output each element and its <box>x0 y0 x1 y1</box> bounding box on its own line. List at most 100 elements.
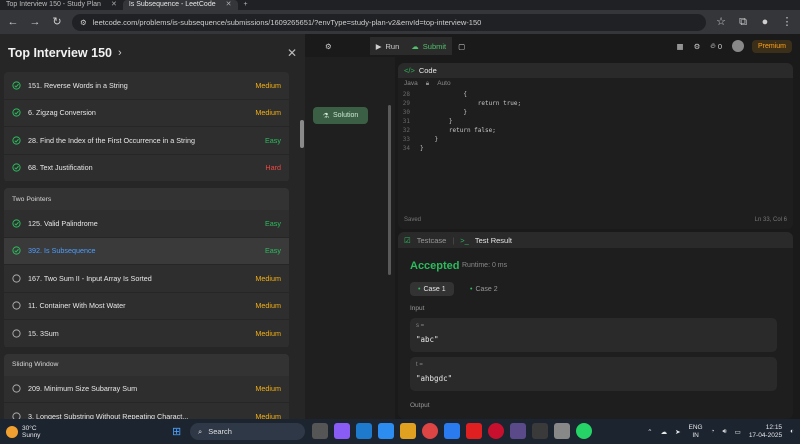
app-icon[interactable] <box>444 423 460 439</box>
problem-group: 209. Minimum Size Subarray Sum Medium 3. L… <box>4 375 289 419</box>
code-icon: </> <box>404 66 415 75</box>
close-tab-icon[interactable]: ✕ <box>111 0 117 10</box>
language-indicator[interactable]: ENG IN <box>689 424 703 440</box>
tab-testcase[interactable]: Testcase <box>417 236 447 245</box>
study-plan-panel: Top Interview 150 › ✕ 151. Reverse Words… <box>0 34 305 419</box>
input-t-box: t = "ahbgdc" <box>410 357 777 391</box>
extensions-icon[interactable]: ⧉ <box>736 15 750 29</box>
difficulty-badge: Medium <box>255 108 281 118</box>
url-input[interactable]: ⚙ leetcode.com/problems/is-subsequence/s… <box>72 13 706 31</box>
line-number: 32 <box>402 127 410 134</box>
panel-title[interactable]: Top Interview 150 <box>8 46 112 60</box>
copilot-icon[interactable] <box>334 423 350 439</box>
language-select[interactable]: Java <box>404 80 418 87</box>
youtube-icon[interactable] <box>466 423 482 439</box>
profile-avatar[interactable]: ● <box>758 15 772 29</box>
battery-icon[interactable]: ▭ <box>735 428 741 436</box>
problem-row[interactable]: 125. Valid Palindrome Easy <box>4 210 289 238</box>
calculator-icon[interactable] <box>532 423 548 439</box>
problem-row[interactable]: 167. Two Sum II - Input Array Is Sorted M… <box>4 265 289 293</box>
system-tray: ⌃ ☁ ➤ ENG IN ◔ 🔊︎ ▭ 12:15 17-04-2025 ◐ <box>647 419 794 444</box>
whatsapp-icon[interactable] <box>576 423 592 439</box>
code-line[interactable]: 29 return true; <box>398 100 793 109</box>
scrollbar[interactable] <box>388 105 391 275</box>
cloud-icon[interactable]: ☁ <box>661 428 668 436</box>
save-status: Saved <box>404 217 422 223</box>
check-circle-icon <box>12 108 21 117</box>
chevron-right-icon[interactable]: › <box>118 47 122 59</box>
problem-row[interactable]: 209. Minimum Size Subarray Sum Medium <box>4 376 289 403</box>
code-text: } <box>420 136 439 143</box>
task-view-icon[interactable] <box>312 423 328 439</box>
problem-row[interactable]: 28. Find the Index of the First Occurren… <box>4 127 289 155</box>
code-line[interactable]: 34} <box>398 145 793 154</box>
t-label: t = <box>416 362 423 368</box>
pinterest-icon[interactable] <box>488 423 504 439</box>
taskbar: 30°C Sunny ⊞ ⌕ Search ⌃ ☁ ➤ ENG IN ◔ 🔊︎ … <box>0 419 800 444</box>
tab-code[interactable]: Code <box>419 66 437 75</box>
circle-icon <box>12 329 21 338</box>
file-explorer-icon[interactable] <box>400 423 416 439</box>
clock[interactable]: 12:15 17-04-2025 <box>749 424 782 440</box>
bookmark-star-icon[interactable]: ☆ <box>714 15 728 29</box>
auto-mode[interactable]: Auto <box>437 80 450 87</box>
layout-icon[interactable]: ▦ <box>676 42 683 51</box>
wifi-icon[interactable]: ◔ <box>711 428 715 435</box>
site-info-icon[interactable]: ⚙ <box>80 18 87 27</box>
code-line[interactable]: 30 } <box>398 109 793 118</box>
debug-icon[interactable]: ⚙ <box>325 42 332 51</box>
vscode-icon[interactable] <box>356 423 372 439</box>
close-icon[interactable]: ✕ <box>287 46 297 60</box>
section-header: Two Pointers <box>4 188 289 210</box>
submit-button[interactable]: ☁ Submit <box>405 37 453 55</box>
problem-row[interactable]: 11. Container With Most Water Medium <box>4 293 289 320</box>
taskbar-search[interactable]: ⌕ Search <box>190 423 305 440</box>
chevron-up-icon[interactable]: ⌃ <box>647 428 652 436</box>
app-icon[interactable] <box>510 423 526 439</box>
notification-icon[interactable]: ◐ <box>790 428 794 435</box>
close-tab-icon[interactable]: ✕ <box>226 0 232 10</box>
code-editor[interactable]: 28 {29 return true; 30 } 31 } 32 return fal… <box>398 89 793 154</box>
weather-widget[interactable]: 30°C Sunny <box>0 425 150 439</box>
new-tab-button[interactable]: + <box>238 0 254 10</box>
solution-button[interactable]: ⚗ Solution <box>313 107 368 124</box>
problem-row[interactable]: 15. 3Sum Medium <box>4 320 289 348</box>
run-button[interactable]: ▶ Run <box>369 37 406 55</box>
settings-icon[interactable]: ⚙ <box>694 42 701 51</box>
premium-button[interactable]: Premium <box>751 39 792 53</box>
browser-tab-active[interactable]: Is Subsequence - LeetCode ✕ <box>122 0 238 10</box>
notes-icon[interactable]: ▢ <box>458 42 465 51</box>
reload-icon[interactable]: ↻ <box>50 15 64 29</box>
volume-icon[interactable]: 🔊︎ <box>723 428 727 436</box>
chrome-icon[interactable] <box>422 423 438 439</box>
check-circle-icon <box>12 81 21 90</box>
app-icon[interactable] <box>554 423 570 439</box>
case-2-tab[interactable]: • Case 2 <box>462 282 506 296</box>
forward-icon[interactable]: → <box>28 15 42 29</box>
circle-icon <box>12 301 21 310</box>
streak-icon[interactable]: 🔥︎ <box>710 41 716 51</box>
panel-scrollbar[interactable] <box>300 120 304 148</box>
line-number: 29 <box>402 100 410 107</box>
browser-tab[interactable]: Top Interview 150 - Study Plan ✕ <box>0 0 123 10</box>
problem-row[interactable]: 6. Zigzag Conversion Medium <box>4 100 289 127</box>
case-1-tab[interactable]: • Case 1 <box>410 282 454 296</box>
editor-toolbar: ⚙ ▶ Run ☁ Submit ▢ ▦ ⚙ 🔥︎ 0 Premium <box>305 34 800 58</box>
menu-icon[interactable]: ⋮ <box>780 15 794 29</box>
problem-row[interactable]: 68. Text Justification Hard <box>4 155 289 182</box>
code-line[interactable]: 28 { <box>398 91 793 100</box>
code-line[interactable]: 31 } <box>398 118 793 127</box>
problem-row[interactable]: 3. Longest Substring Without Repeating C… <box>4 403 289 419</box>
problem-row[interactable]: 151. Reverse Words in a String Medium <box>4 72 289 100</box>
windows-start-icon[interactable]: ⊞ <box>172 425 181 438</box>
problem-title: 15. 3Sum <box>28 328 59 338</box>
user-avatar[interactable] <box>731 40 744 52</box>
send-icon[interactable]: ➤ <box>675 428 680 436</box>
tab-test-result[interactable]: Test Result <box>475 236 512 245</box>
code-line[interactable]: 32 return false; <box>398 127 793 136</box>
code-line[interactable]: 33 } <box>398 136 793 145</box>
back-icon[interactable]: ← <box>6 15 20 29</box>
lock-icon: 🔒︎ <box>425 79 430 87</box>
problem-row[interactable]: 392. Is Subsequence Easy <box>4 237 289 265</box>
edge-icon[interactable] <box>378 423 394 439</box>
